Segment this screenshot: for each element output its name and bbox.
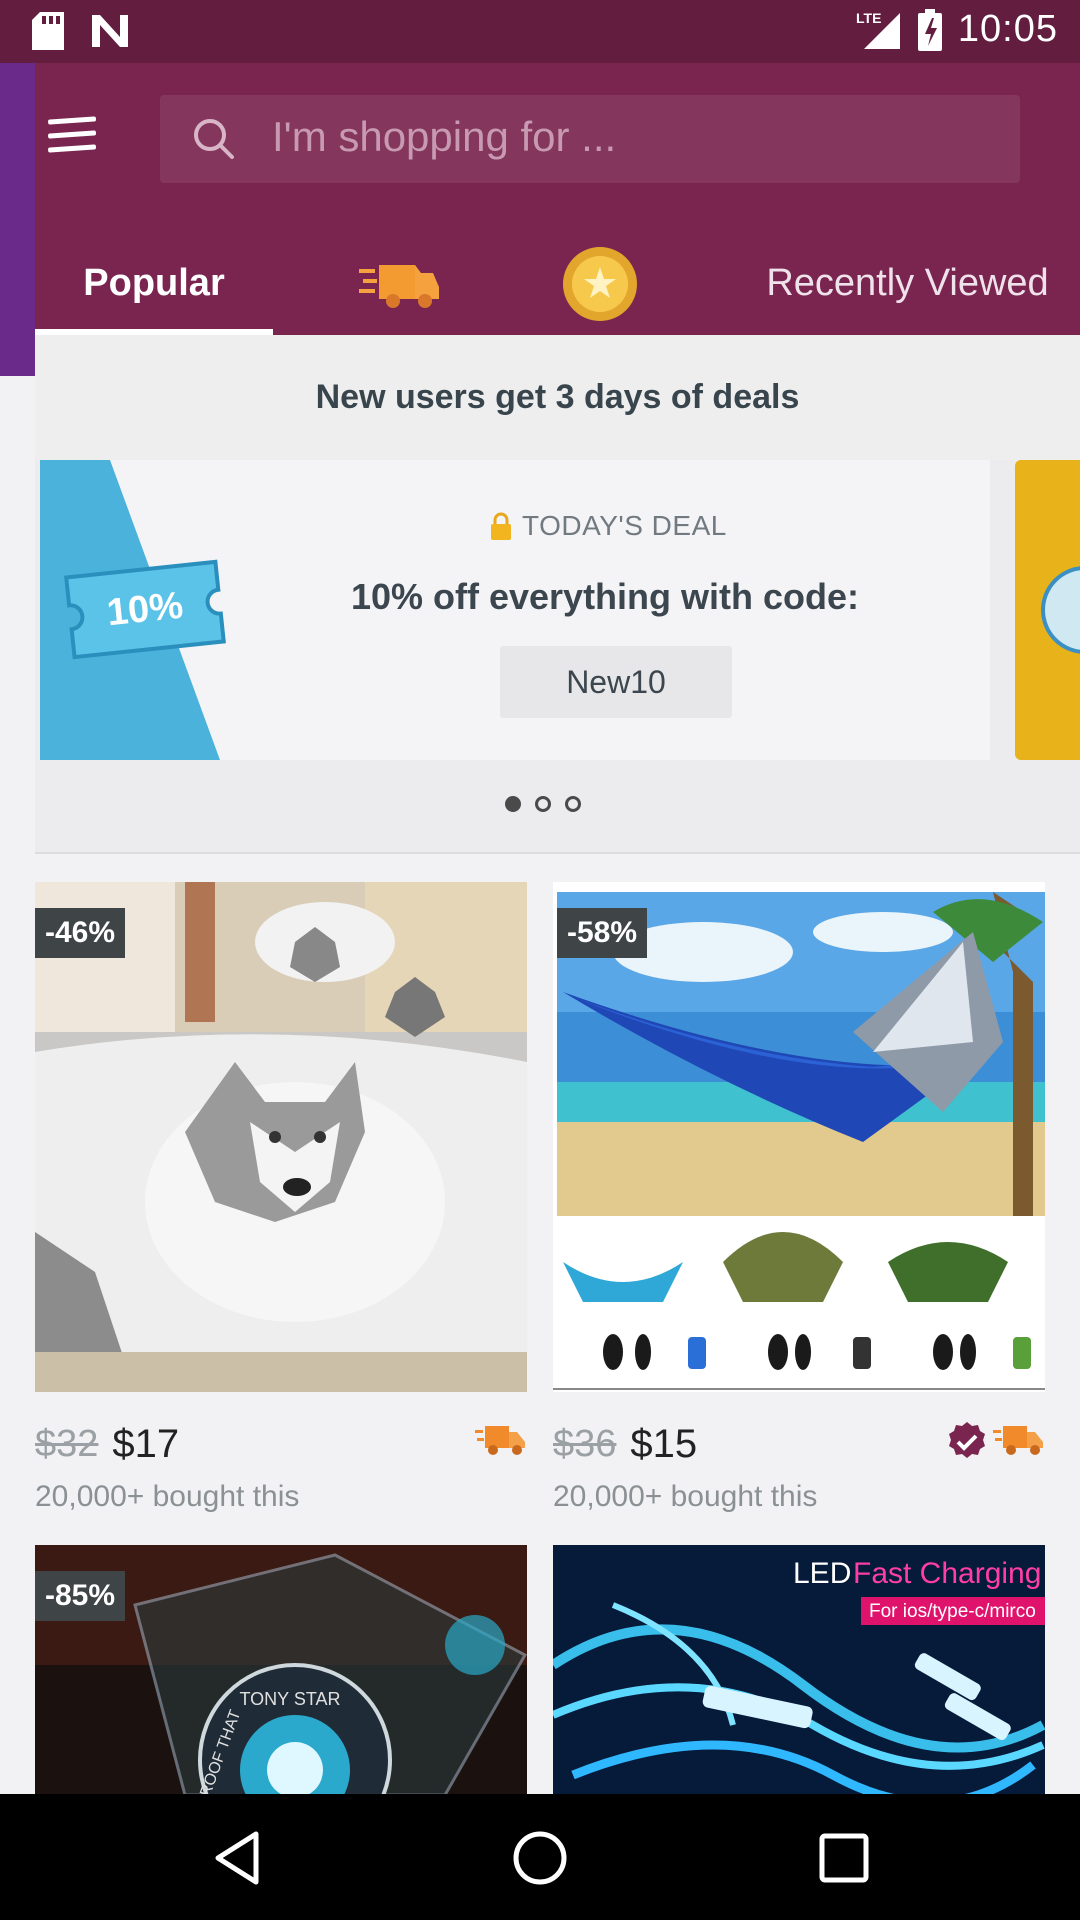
carousel-indicator: [505, 796, 581, 812]
app-screen: { "status_bar": { "network": "LTE", "tim…: [0, 0, 1080, 1920]
svg-text:LED: LED: [793, 1557, 851, 1590]
battery-charging-icon: [917, 8, 942, 51]
tab-rewards[interactable]: [535, 232, 665, 335]
svg-text:10%: 10%: [105, 585, 185, 635]
bought-count: 20,000+ bought this: [553, 1480, 818, 1513]
verified-badge-icon: [949, 1422, 985, 1458]
discount-ticket-illustration: 10%: [40, 460, 226, 760]
product-image[interactable]: LED Fast Charging For ios/type-c/mirco: [553, 1545, 1045, 1795]
product-card[interactable]: -46% $32 $17 20,000+ bought this: [35, 882, 527, 1513]
category-tabs: Popular Recently Viewed: [35, 232, 1080, 335]
deal-title: 10% off everything with code:: [350, 576, 860, 617]
promo-carousel[interactable]: 10% TODAY'S DEAL 10% off everything with…: [35, 460, 1080, 853]
sale-price: $17: [112, 1421, 180, 1466]
bought-count: 20,000+ bought this: [35, 1480, 300, 1513]
carousel-dot[interactable]: [535, 796, 551, 812]
carousel-dot[interactable]: [565, 796, 581, 812]
original-price: $32: [35, 1422, 99, 1465]
product-card[interactable]: -58% $36 $15 20,000+ bought this: [553, 882, 1045, 1513]
product-image[interactable]: -58%: [553, 882, 1045, 1392]
discount-badge: -85%: [35, 1571, 126, 1621]
tab-popular[interactable]: Popular: [35, 232, 273, 335]
sd-card-icon: [32, 12, 64, 50]
home-icon[interactable]: [508, 1826, 572, 1890]
promo-code[interactable]: New10: [500, 646, 732, 718]
discount-badge: -46%: [35, 908, 126, 958]
search-input[interactable]: I'm shopping for ...: [272, 113, 616, 161]
svg-text:LTE: LTE: [856, 10, 881, 26]
promo-card[interactable]: 10% TODAY'S DEAL 10% off everything with…: [40, 460, 990, 760]
section-divider: [35, 852, 1080, 854]
svg-text:TONY STAR: TONY STAR: [239, 1689, 340, 1709]
original-price: $36: [553, 1422, 617, 1465]
globe-icon: [1041, 566, 1080, 654]
lock-icon: [491, 512, 511, 540]
truck-icon: [359, 264, 439, 308]
carousel-dot-active[interactable]: [505, 796, 521, 812]
promo-headline: New users get 3 days of deals: [35, 335, 1080, 460]
deal-tag-label: TODAY'S DEAL: [522, 510, 727, 541]
price-row: $36 $15: [553, 1414, 1045, 1474]
svg-text:Fast Charging: Fast Charging: [853, 1557, 1041, 1590]
hammock-image: [553, 882, 1045, 1392]
next-promo-card[interactable]: [1015, 460, 1080, 760]
coin-icon: [563, 246, 637, 321]
search-bar[interactable]: I'm shopping for ...: [160, 95, 1020, 183]
signal-lte-icon: LTE: [856, 10, 900, 49]
product-image[interactable]: -46%: [35, 882, 527, 1392]
product-image[interactable]: TONY STAR ROOF THAT -85%: [35, 1545, 527, 1795]
clock: 10:05: [957, 8, 1058, 50]
led-cable-image: LED Fast Charging For ios/type-c/mirco: [553, 1545, 1045, 1795]
free-shipping-truck-icon: [475, 1426, 525, 1455]
tab-shipping[interactable]: [335, 232, 465, 335]
back-icon[interactable]: [206, 1826, 270, 1890]
recents-icon[interactable]: [812, 1826, 876, 1890]
deal-tag: TODAY'S DEAL: [490, 510, 727, 542]
tab-recently-viewed[interactable]: Recently Viewed: [735, 232, 1080, 335]
sale-price: $15: [630, 1421, 698, 1466]
search-icon: [194, 119, 234, 159]
drawer-edge: [0, 63, 35, 376]
product-card[interactable]: LED Fast Charging For ios/type-c/mirco: [553, 1545, 1045, 1795]
price-row: $32 $17: [35, 1414, 527, 1474]
svg-text:For ios/type-c/mirco: For ios/type-c/mirco: [869, 1601, 1036, 1622]
notification-n-icon: [92, 15, 128, 47]
wolf-bedding-image: [35, 882, 527, 1392]
system-nav-bar: [0, 1794, 1080, 1920]
menu-icon[interactable]: [46, 112, 100, 160]
free-shipping-truck-icon: [993, 1426, 1043, 1455]
status-bar: LTE 10:05: [0, 0, 1080, 63]
discount-badge: -58%: [557, 908, 648, 958]
product-card[interactable]: TONY STAR ROOF THAT -85%: [35, 1545, 527, 1795]
